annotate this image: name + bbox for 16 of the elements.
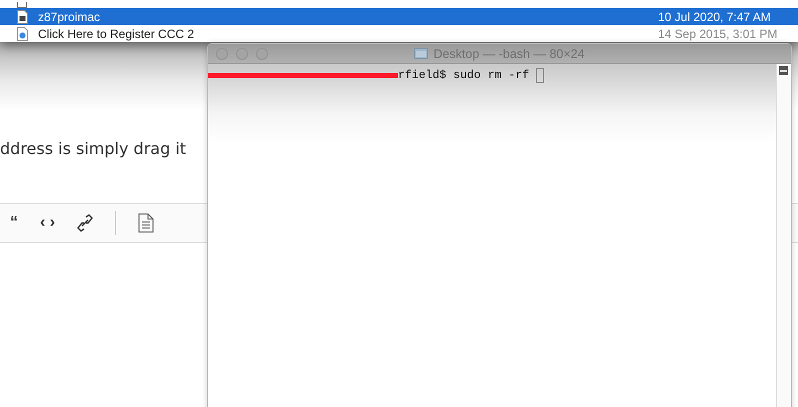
file-name: z87proimac (38, 10, 102, 24)
text-cursor (536, 68, 544, 83)
quote-button[interactable]: “ (10, 214, 18, 232)
file-date: 14 Sep 2015, 3:01 PM (658, 26, 778, 40)
folder-icon (414, 48, 428, 59)
file-date: 10 Jul 2020, 7:47 AM (658, 10, 772, 24)
window-title: Desktop — -bash — 80×24 (433, 46, 585, 60)
split-pane-button[interactable] (779, 66, 788, 75)
link-icon[interactable] (77, 214, 94, 232)
file-row[interactable]: Click Here to Register CCC 2 14 Sep 2015, 3:01 PM (0, 25, 798, 42)
file-row[interactable]: z87proimac 10 Jul 2020, 7:47 AM (0, 8, 798, 25)
code-button[interactable]: ‹ › (40, 214, 56, 232)
article-text: ddress is simply drag it (0, 139, 188, 158)
terminal-command: rfield$ sudo rm -rf (398, 69, 530, 82)
file-name: Click Here to Register CCC 2 (38, 26, 196, 40)
document-icon[interactable] (138, 213, 154, 233)
